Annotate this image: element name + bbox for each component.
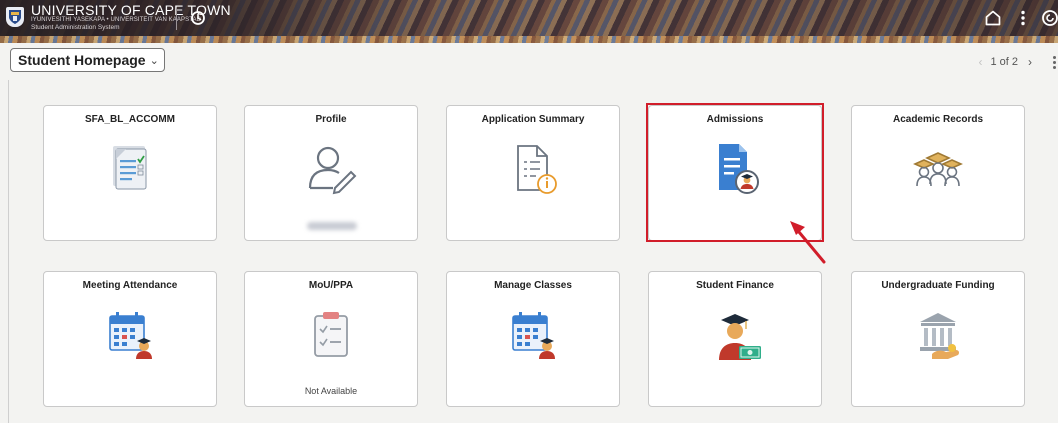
navbar-icon[interactable] [1040,8,1058,28]
homepage-selector[interactable]: Student Homepage ⌄ [10,48,165,72]
tile-status-text: Not Available [304,386,358,396]
tile-profile[interactable]: Profile [244,105,418,241]
tile-manage-classes[interactable]: Manage Classes [446,271,620,407]
document-info-icon [503,138,563,198]
tile-title: Application Summary [481,114,585,125]
page-actions-icon[interactable] [1050,55,1058,69]
tile-student-finance[interactable]: Student Finance [648,271,822,407]
user-edit-icon [301,138,361,198]
calendar-student-icon [100,304,160,364]
tile-title: Academic Records [892,114,984,125]
previous-page-icon[interactable]: ‹ [978,55,982,69]
tile-application-summary[interactable]: Application Summary [446,105,620,241]
tile-title: Profile [315,114,347,125]
pager-text: 1 of 2 [990,56,1018,68]
bank-funding-icon [908,304,968,364]
tile-admissions[interactable]: Admissions [648,105,822,241]
system-name: Student Administration System [31,24,120,31]
admissions-document-icon [705,138,765,198]
student-money-icon [705,304,765,364]
graduates-icon [908,138,968,198]
next-page-icon[interactable]: › [1028,55,1032,69]
tile-title: Undergraduate Funding [881,280,995,291]
document-checklist-icon [100,138,160,198]
app-header: UNIVERSITY OF CAPE TOWN IYUNIVESITHI YAS… [0,0,1058,43]
content-border [8,80,9,423]
tile-title: MoU/PPA [308,280,354,291]
tile-mou-ppa[interactable]: MoU/PPA Not Available [244,271,418,407]
tile-title: SFA_BL_ACCOMM [84,114,175,125]
clipboard-checklist-icon [301,304,361,364]
homepage-pager: ‹ 1 of 2 › [978,54,1058,70]
calendar-student-icon [503,304,563,364]
tile-sfa-bl-accomm[interactable]: SFA_BL_ACCOMM [43,105,217,241]
uct-crest-icon[interactable] [6,7,24,27]
clock-icon[interactable] [188,8,208,28]
tile-title: Meeting Attendance [82,280,178,291]
tile-title: Admissions [706,114,764,125]
header-divider [176,8,177,30]
chevron-down-icon: ⌄ [149,54,159,67]
tile-undergraduate-funding[interactable]: Undergraduate Funding [851,271,1025,407]
homepage-selector-label: Student Homepage [18,52,146,68]
tile-title: Student Finance [696,280,774,291]
tile-academic-records[interactable]: Academic Records [851,105,1025,241]
kebab-menu-icon[interactable] [1013,8,1033,28]
profile-id-blurred [307,222,357,230]
home-icon[interactable] [983,8,1003,28]
tile-title: Manage Classes [494,280,572,291]
tile-meeting-attendance[interactable]: Meeting Attendance [43,271,217,407]
